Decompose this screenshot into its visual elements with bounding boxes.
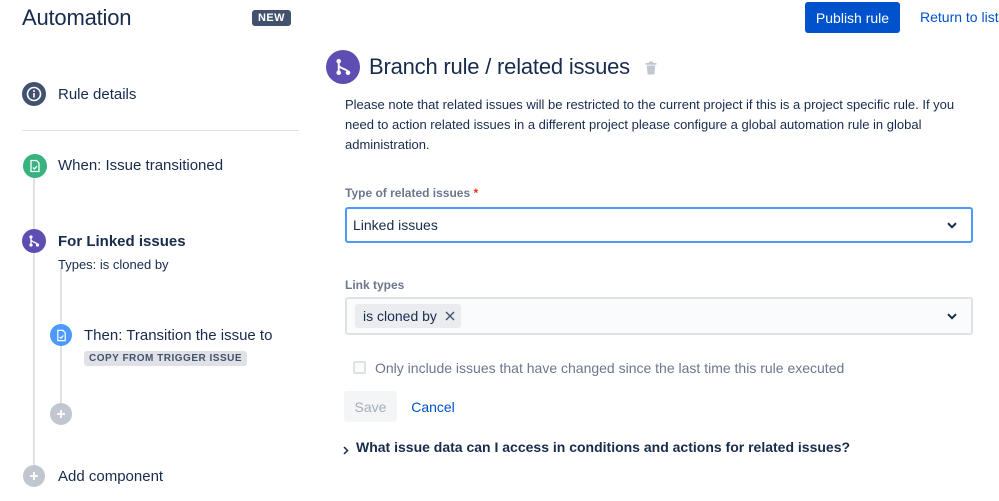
chevron-down-icon [947, 307, 957, 325]
sidebar-item-branch[interactable]: For Linked issues [58, 233, 186, 250]
plus-icon [30, 472, 38, 480]
trash-icon[interactable] [645, 61, 657, 80]
branch-connector-line-lower [60, 346, 62, 404]
changed-issues-only-label[interactable]: Only include issues that have changed si… [375, 360, 844, 376]
sidebar-item-rule-details[interactable]: Rule details [58, 86, 136, 103]
save-button[interactable]: Save [344, 391, 397, 422]
branch-icon[interactable] [22, 229, 46, 253]
related-issues-type-label: Type of related issues * [345, 186, 479, 200]
return-to-list-link[interactable]: Return to list [920, 9, 999, 25]
branch-icon [326, 50, 360, 84]
action-icon[interactable] [50, 324, 72, 346]
link-types-select[interactable]: is cloned by [345, 297, 973, 335]
trigger-icon[interactable] [23, 154, 47, 178]
sidebar-item-action[interactable]: Then: Transition the issue to [84, 327, 272, 344]
related-issues-type-select[interactable]: Linked issues [345, 207, 973, 243]
page-title: Branch rule / related issues [369, 54, 630, 79]
add-component-button[interactable] [23, 465, 45, 487]
app-title: Automation [22, 5, 132, 30]
sidebar-item-trigger[interactable]: When: Issue transitioned [58, 157, 223, 174]
cancel-button[interactable]: Cancel [402, 391, 464, 422]
project-scope-note: Please note that related issues will be … [345, 97, 955, 152]
new-badge: NEW [252, 10, 291, 26]
required-indicator: * [473, 186, 479, 200]
add-component-label[interactable]: Add component [58, 468, 163, 485]
sidebar-divider [22, 130, 299, 131]
close-icon[interactable] [445, 311, 455, 321]
plus-icon [57, 410, 65, 418]
changed-issues-only-checkbox[interactable] [353, 361, 366, 374]
chevron-down-icon [947, 216, 957, 234]
status-lozenge: COPY FROM TRIGGER ISSUE [84, 351, 247, 366]
branch-link-types-summary: Types: is cloned by [58, 257, 169, 272]
link-type-tag: is cloned by [355, 304, 461, 328]
info-icon[interactable] [22, 82, 46, 106]
related-issues-help-toggle[interactable]: What issue data can I access in conditio… [356, 439, 850, 455]
branch-connector-line [60, 268, 62, 322]
link-type-tag-label: is cloned by [363, 308, 437, 324]
add-branch-component-button[interactable] [50, 403, 72, 425]
publish-rule-button[interactable]: Publish rule [805, 2, 900, 33]
related-issues-type-value: Linked issues [353, 217, 438, 233]
rule-connector-line [33, 176, 35, 466]
chevron-right-icon[interactable] [343, 442, 349, 460]
link-types-label: Link types [345, 278, 405, 292]
